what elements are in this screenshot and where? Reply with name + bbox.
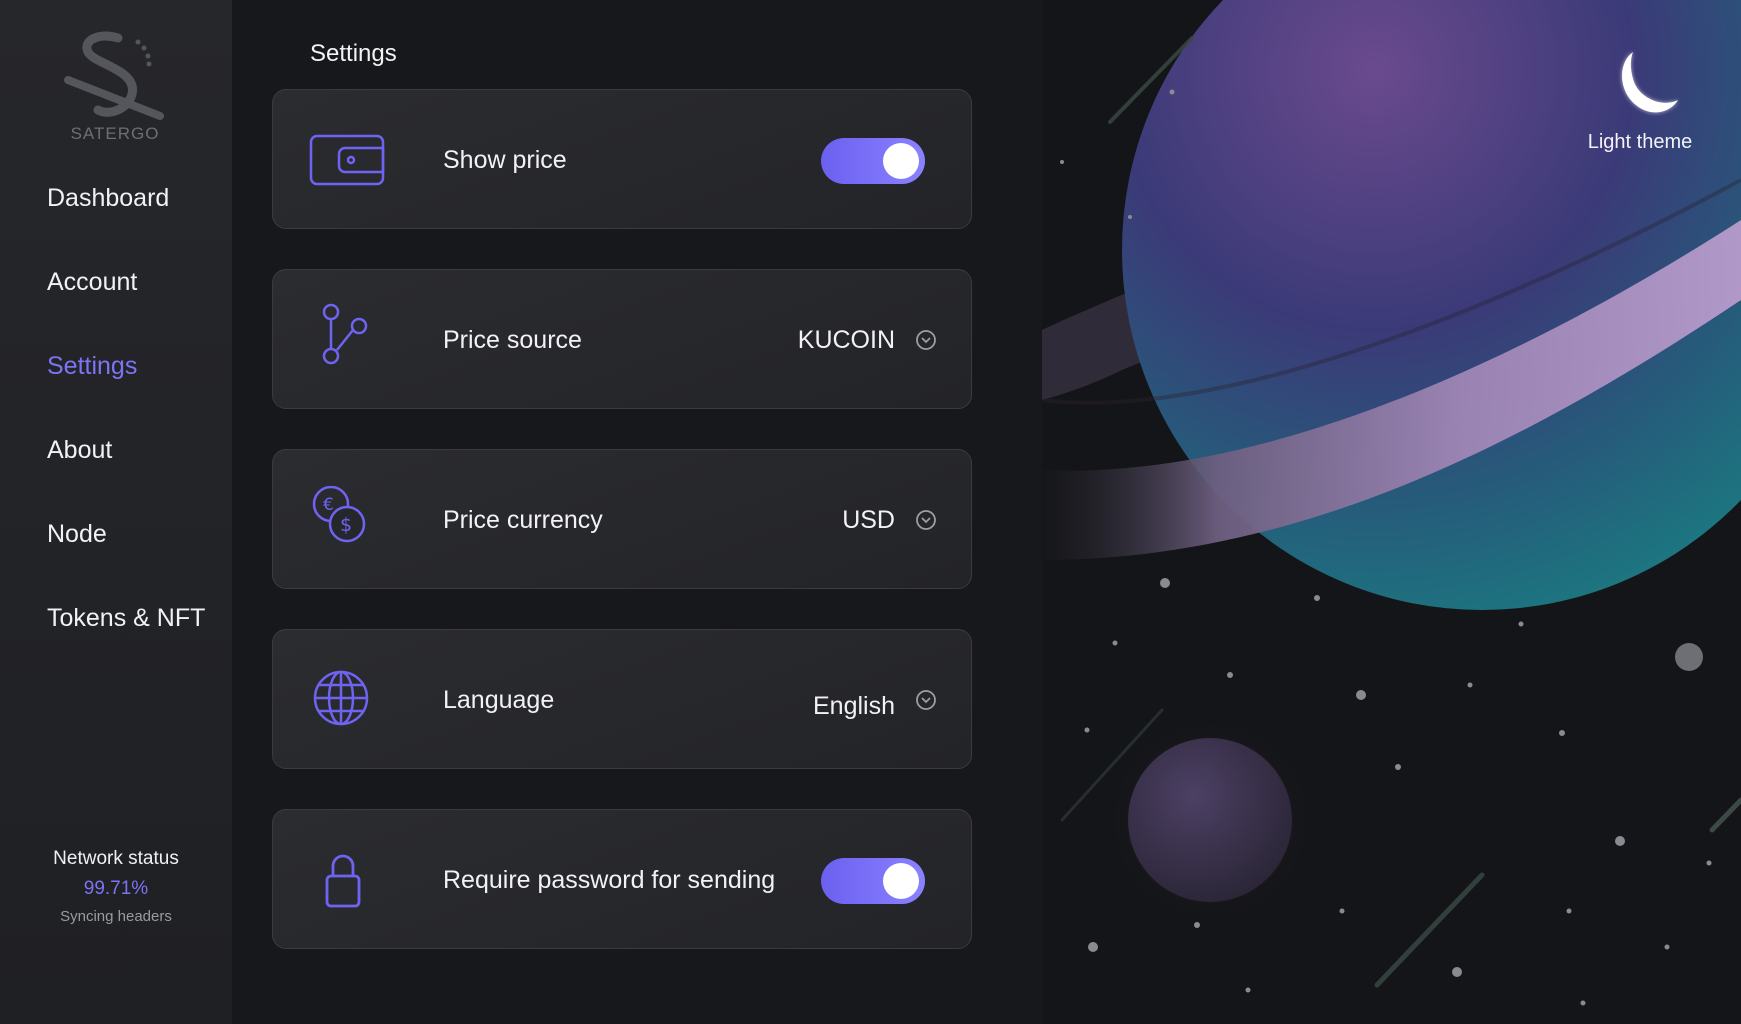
require-password-toggle[interactable]	[821, 858, 925, 904]
sidebar-item-node[interactable]: Node	[47, 514, 205, 598]
svg-text:€: €	[323, 495, 334, 515]
sidebar-item-settings[interactable]: Settings	[47, 346, 205, 430]
toggle-knob	[883, 863, 919, 899]
chevron-down-icon[interactable]	[915, 509, 937, 531]
branch-icon	[309, 303, 385, 370]
logo-text: SATERGO	[70, 124, 160, 143]
price-source-value[interactable]: KUCOIN	[798, 270, 895, 410]
light-theme-toggle[interactable]: Light theme	[1565, 48, 1715, 154]
sidebar-item-tokens-nft[interactable]: Tokens & NFT	[47, 598, 205, 682]
chevron-down-icon[interactable]	[915, 689, 937, 711]
wallet-icon	[309, 130, 385, 190]
price-currency-label: Price currency	[443, 506, 603, 534]
moon-icon	[1565, 48, 1715, 125]
page-title: Settings	[310, 40, 397, 67]
svg-text:$: $	[340, 514, 352, 536]
price-currency-value[interactable]: USD	[842, 450, 895, 590]
sidebar-nav: Dashboard Account Settings About Node To…	[47, 178, 205, 682]
network-status: Network status 99.71% Syncing headers	[0, 848, 232, 925]
setting-show-price: Show price	[272, 89, 972, 229]
currency-exchange-icon: € $	[309, 485, 385, 550]
setting-price-currency[interactable]: € $ Price currency USD	[272, 449, 972, 589]
toggle-knob	[883, 143, 919, 179]
theme-label: Light theme	[1587, 131, 1693, 153]
language-label: Language	[443, 686, 555, 714]
sidebar: SATERGO Dashboard Account Settings About…	[0, 0, 232, 1024]
network-status-detail: Syncing headers	[60, 908, 172, 925]
sidebar-item-account[interactable]: Account	[47, 262, 205, 346]
network-status-title: Network status	[53, 848, 179, 869]
settings-panel: Settings Show price Price source KUCOIN	[232, 0, 1042, 1024]
price-source-label: Price source	[443, 326, 582, 354]
show-price-toggle[interactable]	[821, 138, 925, 184]
setting-language[interactable]: Language English	[272, 629, 972, 769]
space-illustration: Light theme	[1042, 0, 1741, 1024]
setting-require-password: Require password for sending	[272, 809, 972, 949]
require-password-label: Require password for sending	[443, 866, 776, 894]
globe-icon	[309, 670, 385, 730]
chevron-down-icon[interactable]	[915, 329, 937, 351]
sidebar-item-about[interactable]: About	[47, 430, 205, 514]
lock-icon	[309, 850, 385, 910]
satergo-logo-icon	[64, 31, 164, 120]
setting-price-source[interactable]: Price source KUCOIN	[272, 269, 972, 409]
sidebar-item-dashboard[interactable]: Dashboard	[47, 178, 205, 262]
network-status-percent: 99.71%	[83, 878, 149, 899]
language-value[interactable]: English	[813, 636, 895, 776]
app-logo: SATERGO	[60, 30, 170, 145]
show-price-label: Show price	[443, 146, 567, 174]
